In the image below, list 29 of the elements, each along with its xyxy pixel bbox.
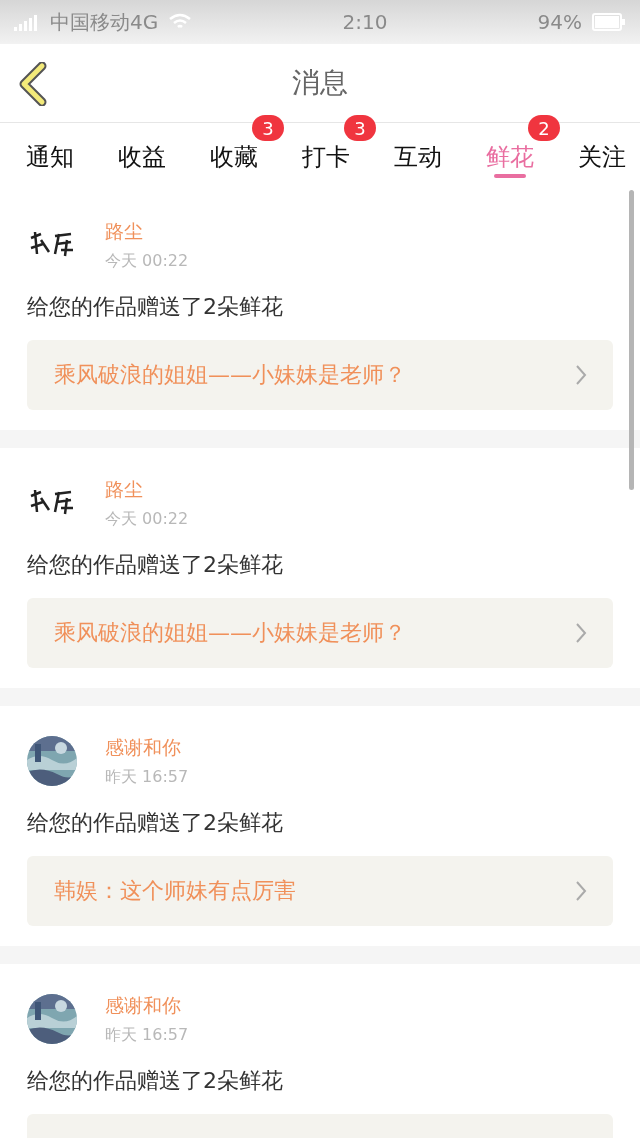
message-text: 给您的作品赠送了2朵鲜花 xyxy=(27,1067,284,1095)
sender-name: 路尘 xyxy=(105,476,144,502)
message-time: 今天 00:22 xyxy=(105,250,189,272)
sender-name: 感谢和你 xyxy=(105,734,182,760)
page-title: 消息 xyxy=(292,65,348,101)
count-badge: 3 xyxy=(344,115,376,141)
clock-text: 2:10 xyxy=(342,10,388,34)
sender-name: 路尘 xyxy=(105,218,144,244)
tab[interactable]: 互动 xyxy=(394,123,442,190)
chevron-right-icon xyxy=(575,364,587,386)
signal-icon xyxy=(14,13,40,31)
count-badge: 3 xyxy=(252,115,284,141)
chevron-right-icon xyxy=(575,622,587,644)
tab-underline xyxy=(494,174,526,178)
message-time: 今天 00:22 xyxy=(105,508,189,530)
carrier-text: 中国移动4G xyxy=(50,8,159,36)
tab[interactable]: 收益 xyxy=(118,123,166,190)
count-badge: 2 xyxy=(528,115,560,141)
sender-name: 感谢和你 xyxy=(105,992,182,1018)
message-time: 昨天 16:57 xyxy=(105,766,189,788)
tab[interactable]: 关注 xyxy=(578,123,626,190)
tab[interactable]: 通知 xyxy=(26,123,74,190)
message-text: 给您的作品赠送了2朵鲜花 xyxy=(27,809,284,837)
battery-icon xyxy=(592,13,626,31)
message-text: 给您的作品赠送了2朵鲜花 xyxy=(27,551,284,579)
message-time: 昨天 16:57 xyxy=(105,1024,189,1046)
message-text: 给您的作品赠送了2朵鲜花 xyxy=(27,293,284,321)
battery-text: 94% xyxy=(537,10,582,34)
chevron-right-icon xyxy=(575,880,587,902)
